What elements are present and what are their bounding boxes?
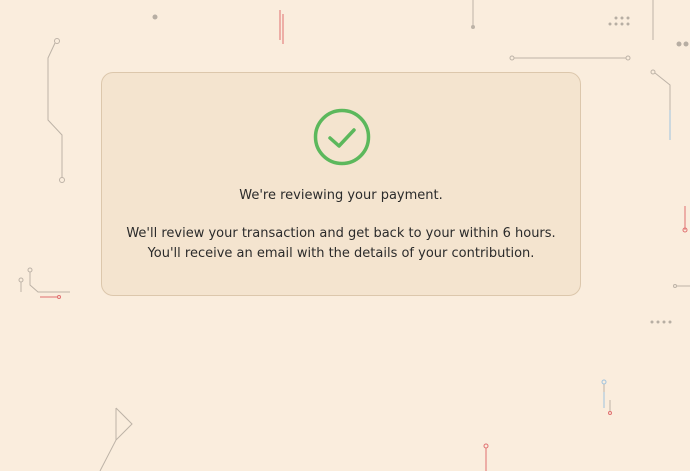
confirmation-heading: We're reviewing your payment. [239, 188, 443, 203]
confirmation-message-line1: We'll review your transaction and get ba… [126, 226, 556, 241]
check-circle-icon [313, 108, 371, 166]
payment-review-card: We're reviewing your payment. We'll revi… [101, 72, 581, 296]
confirmation-message-line2: You'll receive an email with the details… [147, 246, 535, 261]
